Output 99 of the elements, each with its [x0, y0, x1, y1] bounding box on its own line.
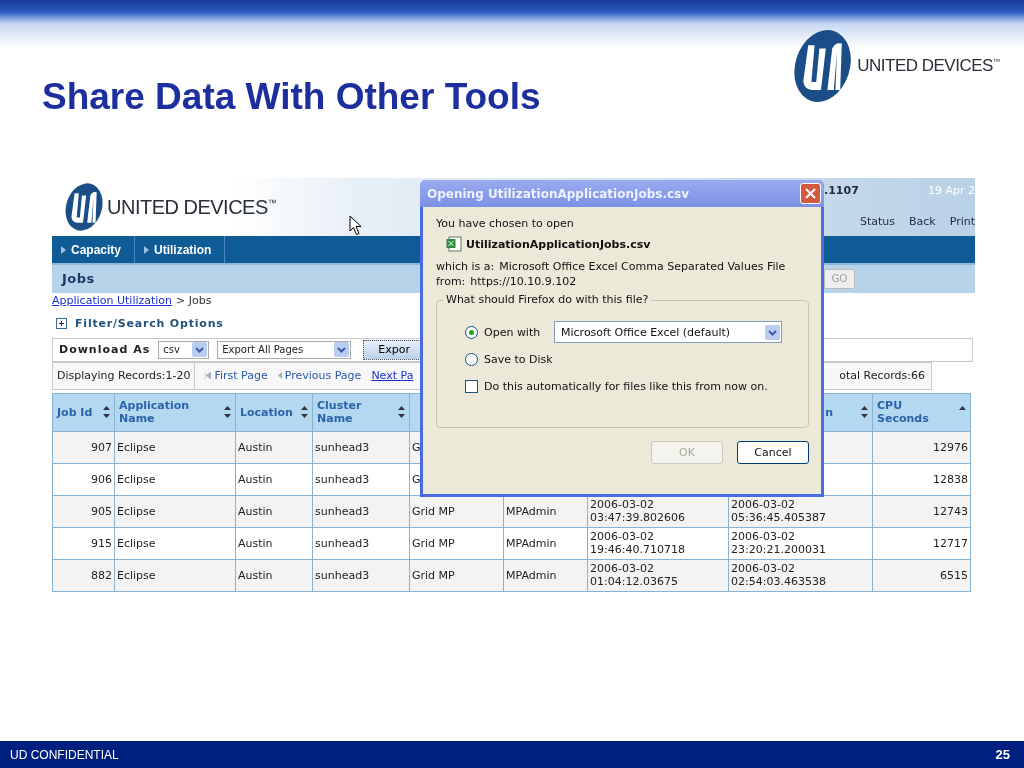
table-cell: 12743: [872, 495, 971, 528]
table-cell: 12717: [872, 527, 971, 560]
table-cell: 2006-03-02 01:04:12.03675: [587, 559, 729, 592]
arrow-icon: [144, 245, 150, 254]
table-cell: 2006-03-02 19:46:40.710718: [587, 527, 729, 560]
previous-page-link[interactable]: Previous Page: [277, 369, 362, 383]
records-text: Displaying Records:1-20: [53, 362, 196, 389]
column-label[interactable]: Job Id: [57, 406, 93, 419]
sort-icon[interactable]: [103, 405, 110, 420]
table-cell: Austin: [235, 527, 313, 560]
section-title: Jobs: [60, 271, 95, 287]
table-cell: 907: [52, 431, 115, 464]
table-cell: 915: [52, 527, 115, 560]
table-cell: Eclipse: [114, 495, 236, 528]
download-label: Download As: [59, 343, 151, 357]
table-cell: 2006-03-02 02:54:03.463538: [728, 559, 873, 592]
breadcrumb-link[interactable]: Application Utilization: [52, 293, 173, 307]
page-number: 25: [995, 747, 1010, 762]
first-page-icon: [205, 372, 212, 380]
scope-select[interactable]: Export All Pages: [217, 340, 352, 359]
table-cell: sunhead3: [312, 463, 410, 496]
table-cell: MPAdmin: [503, 559, 588, 592]
application-select[interactable]: Microsoft Office Excel (default): [554, 321, 782, 343]
table-cell: Eclipse: [114, 431, 236, 464]
table-cell: 6515: [872, 559, 971, 592]
first-page-link[interactable]: First Page: [205, 369, 268, 383]
table-cell: sunhead3: [312, 559, 410, 592]
logo-text: UNITED DEVICES$^{™}$: [857, 56, 1000, 76]
table-cell: 2006-03-02 05:36:45.405387: [728, 495, 873, 528]
table-cell: 882: [52, 559, 115, 592]
table-cell: 905: [52, 495, 115, 528]
table-cell: Austin: [235, 431, 313, 464]
next-page-link[interactable]: Next Pa: [371, 369, 414, 383]
filter-toggle[interactable]: Filter/Search Options: [75, 316, 224, 330]
date-text: 19 Apr 2: [927, 184, 975, 197]
table-cell: 12976: [872, 431, 971, 464]
table-cell: 906: [52, 463, 115, 496]
table-cell: Eclipse: [114, 527, 236, 560]
table-cell: sunhead3: [312, 431, 410, 464]
table-cell: 2006-03-02 03:47:39.802606: [587, 495, 729, 528]
radio-button[interactable]: [465, 325, 478, 339]
table-cell: Austin: [235, 463, 313, 496]
format-select[interactable]: csv: [158, 340, 210, 359]
header-link[interactable]: Status: [859, 215, 895, 229]
table-cell: MPAdmin: [503, 527, 588, 560]
table-cell: Austin: [235, 495, 313, 528]
column-label[interactable]: Cluster Name: [317, 399, 397, 426]
radio-button[interactable]: [465, 352, 478, 366]
source-label: from:: [436, 275, 466, 288]
table-cell: Austin: [235, 559, 313, 592]
table-cell: sunhead3: [312, 527, 410, 560]
cursor-icon: [349, 215, 362, 236]
nav-tab[interactable]: Capacity: [52, 236, 136, 263]
sort-icon[interactable]: [861, 405, 868, 420]
breadcrumb-text: > Jobs: [176, 293, 212, 307]
source-value: https://10.10.9.102: [470, 275, 577, 288]
header-link[interactable]: Back: [908, 215, 936, 229]
table-cell: Eclipse: [114, 463, 236, 496]
build-number: .1107: [824, 184, 859, 197]
file-name: UtilizationApplicationJobs.csv: [466, 237, 651, 251]
column-label[interactable]: CPU Seconds: [877, 399, 958, 426]
dropdown-icon[interactable]: [765, 324, 780, 340]
table-cell: Grid MP: [409, 527, 504, 560]
table-cell: MPAdmin: [503, 495, 588, 528]
arrow-icon: [61, 245, 66, 254]
column-label[interactable]: Location: [240, 406, 293, 419]
table-cell: 2006-03-02 23:20:21.200031: [728, 527, 873, 560]
previous-icon: [277, 372, 282, 380]
dropdown-icon[interactable]: [192, 342, 208, 358]
logo-text: UNITED DEVICES$^{™}$: [107, 195, 277, 219]
table-cell: Grid MP: [409, 559, 504, 592]
column-label[interactable]: n: [825, 406, 833, 419]
table-cell: Grid MP: [409, 495, 504, 528]
dialog-title: Opening UtilizationApplicationJobs.csv: [427, 186, 690, 201]
sort-icon[interactable]: [398, 405, 405, 420]
table-cell: 12838: [872, 463, 971, 496]
table-cell: Eclipse: [114, 559, 236, 592]
close-button[interactable]: [800, 183, 821, 204]
footer-text: UD CONFIDENTIAL: [10, 747, 119, 762]
spreadsheet-icon: [446, 236, 462, 252]
column-label[interactable]: Application Name: [119, 399, 223, 426]
group-label: What should Firefox do with this file?: [443, 293, 652, 306]
sort-icon[interactable]: [224, 405, 231, 420]
checkbox[interactable]: [465, 379, 478, 393]
close-icon: [805, 188, 816, 199]
dialog-button[interactable]: Cancel: [737, 441, 809, 464]
option-label[interactable]: Open with: [484, 325, 548, 339]
dropdown-icon[interactable]: [334, 342, 350, 358]
sort-icon[interactable]: [301, 405, 308, 420]
type-value: Microsoft Office Excel Comma Separated Values File: [499, 260, 786, 273]
header-link[interactable]: Print: [949, 215, 975, 229]
slide-title: Share Data With Other Tools: [42, 76, 541, 118]
expand-icon[interactable]: [56, 317, 67, 329]
type-label: which is a:: [436, 260, 495, 273]
nav-tab[interactable]: Utilization: [135, 236, 226, 263]
total-records: otal Records:66: [839, 368, 926, 385]
checkbox-label[interactable]: Do this automatically for files like this from now on.: [484, 379, 768, 393]
intro-text: You have chosen to open: [436, 217, 575, 230]
table-cell: sunhead3: [312, 495, 410, 528]
